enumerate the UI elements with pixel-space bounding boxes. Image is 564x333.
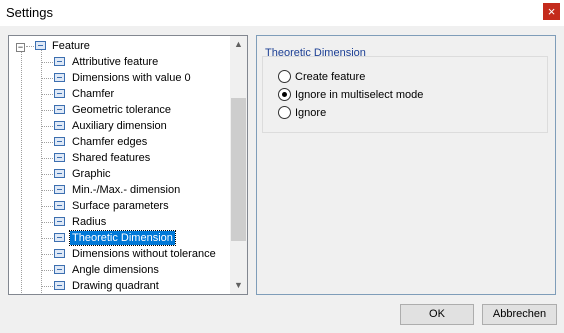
- node-icon: [54, 137, 65, 146]
- radio-label: Ignore: [295, 107, 327, 119]
- node-icon: [35, 41, 46, 50]
- tree-line: [42, 190, 53, 191]
- tree-item-label: Dimensions without tolerance: [72, 248, 216, 260]
- node-icon: [54, 201, 65, 210]
- tree-item[interactable]: Min.-/Max.- dimension: [9, 182, 229, 198]
- tree-item-label: Chamfer: [72, 88, 115, 100]
- tree-item[interactable]: Dimensions without tolerance: [9, 246, 229, 262]
- tree-item-label: Dimensions with value 0: [72, 72, 191, 84]
- node-icon: [54, 217, 65, 226]
- tree-item[interactable]: Chamfer: [9, 86, 229, 102]
- node-icon: [54, 249, 65, 258]
- collapse-icon[interactable]: −: [16, 43, 25, 52]
- feature-tree[interactable]: − Feature Attributive feature Dimensions …: [8, 35, 248, 295]
- radio-icon[interactable]: [278, 70, 291, 83]
- node-icon: [54, 233, 65, 242]
- tree-item[interactable]: Angle dimensions: [9, 262, 229, 278]
- tree-item[interactable]: Theoretic Dimension: [9, 230, 229, 246]
- tree-item[interactable]: Attributive feature: [9, 54, 229, 70]
- tree-item-label: Geometric tolerance: [72, 104, 172, 116]
- tree-line: [42, 174, 53, 175]
- tree-item-label: Surface parameters: [72, 200, 169, 212]
- node-icon: [54, 281, 65, 290]
- option-group: Create feature Ignore in multiselect mod…: [262, 56, 548, 133]
- node-icon: [54, 121, 65, 130]
- tree-item-label: Shared features: [72, 152, 151, 164]
- tree-line: [42, 206, 53, 207]
- tree-root-feature[interactable]: − Feature: [9, 38, 229, 54]
- node-icon: [54, 89, 65, 98]
- node-icon: [54, 169, 65, 178]
- tree-item[interactable]: Dimensions with value 0: [9, 70, 229, 86]
- tree-item-label: Chamfer edges: [72, 136, 148, 148]
- tree-line: [42, 222, 53, 223]
- tree-line: [42, 126, 53, 127]
- node-icon: [54, 105, 65, 114]
- radio-label: Create feature: [295, 71, 366, 83]
- tree-item[interactable]: Surface parameters: [9, 198, 229, 214]
- cancel-button[interactable]: Abbrechen: [482, 304, 557, 325]
- tree-item-label: Feature: [52, 40, 90, 52]
- group-title: Theoretic Dimension: [265, 47, 366, 59]
- node-icon: [54, 57, 65, 66]
- tree-item[interactable]: Graphic: [9, 166, 229, 182]
- tree-item-label: Radius: [72, 216, 107, 228]
- node-icon: [54, 265, 65, 274]
- title-bar: Settings ×: [0, 0, 564, 26]
- tree-item-label: Angle dimensions: [72, 264, 159, 276]
- tree-line: [42, 110, 53, 111]
- tree-item-label: Auxiliary dimension: [72, 120, 167, 132]
- scroll-up-icon[interactable]: ▲: [230, 36, 247, 53]
- tree-item[interactable]: Shared features: [9, 150, 229, 166]
- tree-item[interactable]: Auxiliary dimension: [9, 118, 229, 134]
- tree-line: [42, 270, 53, 271]
- settings-panel: Create feature Ignore in multiselect mod…: [256, 35, 556, 295]
- node-icon: [54, 185, 65, 194]
- tree-item[interactable]: Radius: [9, 214, 229, 230]
- tree-line: [42, 142, 53, 143]
- node-icon: [54, 153, 65, 162]
- tree-line: [42, 62, 53, 63]
- tree-line: [42, 254, 53, 255]
- radio-label: Ignore in multiselect mode: [295, 89, 424, 101]
- tree-item[interactable]: Geometric tolerance: [9, 102, 229, 118]
- tree-scrollbar[interactable]: ▲ ▼: [230, 36, 247, 294]
- close-button[interactable]: ×: [543, 3, 560, 20]
- tree-line: [42, 286, 53, 287]
- scroll-thumb[interactable]: [231, 98, 246, 241]
- radio-icon[interactable]: [278, 106, 291, 119]
- tree-line: [42, 158, 53, 159]
- scroll-down-icon[interactable]: ▼: [230, 277, 247, 294]
- tree-line: [42, 78, 53, 79]
- radio-icon[interactable]: [278, 88, 291, 101]
- window-title: Settings: [6, 5, 53, 20]
- tree-line: [26, 46, 34, 47]
- tree-item-label: Min.-/Max.- dimension: [72, 184, 181, 196]
- tree-item-label: Theoretic Dimension: [69, 230, 176, 246]
- tree-line: [42, 238, 53, 239]
- tree-item-label: Graphic: [72, 168, 111, 180]
- tree-item[interactable]: Drawing quadrant: [9, 278, 229, 294]
- tree-item[interactable]: Chamfer edges: [9, 134, 229, 150]
- tree-line: [42, 94, 53, 95]
- tree-item-label: Attributive feature: [72, 56, 159, 68]
- node-icon: [54, 73, 65, 82]
- tree-item-label: Drawing quadrant: [72, 280, 159, 292]
- ok-button[interactable]: OK: [400, 304, 474, 325]
